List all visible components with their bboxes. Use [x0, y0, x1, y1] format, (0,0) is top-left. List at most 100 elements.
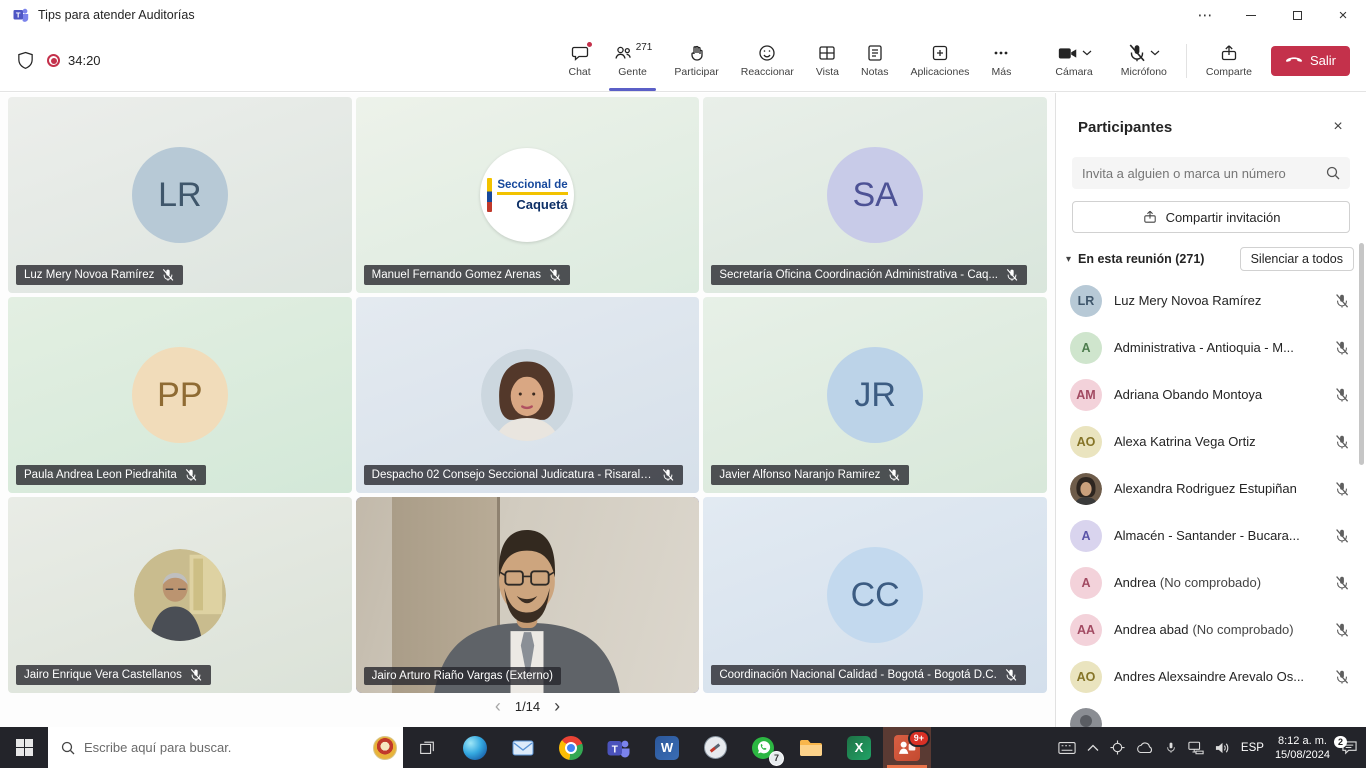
participant-list-item[interactable]: AO Andres Alexsaindre Arevalo Os... [1056, 653, 1366, 700]
task-view-button[interactable] [403, 727, 451, 768]
tray-expand-icon[interactable] [1087, 744, 1099, 752]
participant-list-item[interactable]: AM Adriana Obando Montoya [1056, 371, 1366, 418]
mic-muted-icon[interactable] [1334, 622, 1350, 638]
mic-muted-icon[interactable] [1334, 434, 1350, 450]
chat-button[interactable]: Chat [560, 35, 600, 87]
mic-muted-icon[interactable] [1334, 293, 1350, 309]
participant-name-label: Luz Mery Novoa Ramírez [16, 265, 183, 285]
in-meeting-section-label: En esta reunión (271) [1078, 252, 1204, 266]
window-minimize-button[interactable] [1228, 0, 1274, 30]
share-invitation-button[interactable]: Compartir invitación [1072, 201, 1350, 233]
participant-list-item[interactable]: A Administrativa - Antioquia - M... [1056, 324, 1366, 371]
camera-button[interactable]: Cámara [1046, 35, 1101, 87]
video-tile[interactable]: SA Secretaría Oficina Coordinación Admin… [703, 97, 1047, 293]
apps-button[interactable]: Aplicaciones [901, 35, 978, 87]
video-tile[interactable]: Despacho 02 Consejo Seccional Judicatura… [356, 297, 700, 493]
participant-name-label: Despacho 02 Consejo Seccional Judicatura… [364, 465, 684, 485]
collapse-section-icon[interactable]: ▾ [1066, 254, 1071, 265]
previous-page-button[interactable]: ‹ [495, 697, 501, 715]
shield-icon[interactable] [16, 50, 35, 71]
people-button[interactable]: 271 Gente [604, 35, 662, 87]
participant-list-item[interactable]: AA Andrea abad(No comprobado) [1056, 606, 1366, 653]
participant-photo [481, 349, 573, 441]
word-icon[interactable]: W [643, 727, 691, 768]
raise-hand-button[interactable]: Participar [665, 35, 727, 87]
participant-list-item[interactable]: Alexandra Rodriguez Estupiñan [1056, 465, 1366, 512]
taskbar-clock[interactable]: 8:12 a. m. 15/08/2024 [1275, 734, 1330, 762]
onedrive-icon[interactable] [1136, 742, 1154, 754]
panel-close-button[interactable]: × [1324, 113, 1352, 141]
windows-logo-icon [16, 739, 33, 756]
participant-avatar: AO [1070, 661, 1102, 693]
file-explorer-icon[interactable] [787, 727, 835, 768]
mic-muted-icon [189, 668, 203, 682]
mic-muted-icon[interactable] [1334, 575, 1350, 591]
mic-muted-icon [887, 468, 901, 482]
participant-list-item[interactable] [1056, 700, 1366, 727]
participant-avatar: A [1070, 332, 1102, 364]
scrollbar[interactable] [1359, 243, 1364, 465]
teams-meeting-window: T Tips para atender Auditorías ⋯ × 34:20 [0, 0, 1366, 768]
mic-muted-icon[interactable] [1334, 340, 1350, 356]
close-icon: × [1339, 7, 1348, 24]
participant-list-item[interactable]: A Almacén - Santander - Bucara... [1056, 512, 1366, 559]
location-icon[interactable] [1110, 740, 1125, 755]
mic-muted-icon[interactable] [1334, 669, 1350, 685]
notes-button[interactable]: Notas [852, 35, 897, 87]
language-indicator[interactable]: ESP [1241, 742, 1264, 754]
video-tile[interactable]: JR Javier Alfonso Naranjo Ramirez [703, 297, 1047, 493]
participant-list-item[interactable]: LR Luz Mery Novoa Ramírez [1056, 277, 1366, 324]
excel-icon[interactable]: X [835, 727, 883, 768]
mic-muted-icon [1005, 268, 1019, 282]
volume-icon[interactable] [1215, 741, 1230, 755]
mic-muted-icon[interactable] [1334, 528, 1350, 544]
mute-all-button[interactable]: Silenciar a todos [1240, 247, 1354, 271]
microphone-button[interactable]: Micrófono [1112, 35, 1176, 87]
participant-list-item[interactable]: AO Alexa Katrina Vega Ortiz [1056, 418, 1366, 465]
video-tile-active-speaker[interactable]: Jairo Arturo Riaño Vargas (Externo) [356, 497, 700, 693]
mic-muted-icon[interactable] [1334, 481, 1350, 497]
tray-mic-icon[interactable] [1165, 740, 1177, 755]
whatsapp-badge: 7 [769, 751, 784, 766]
next-page-button[interactable]: › [554, 697, 560, 715]
touch-keyboard-icon[interactable] [1058, 741, 1076, 755]
chrome-icon[interactable] [547, 727, 595, 768]
task-view-icon [418, 739, 436, 757]
leave-button[interactable]: Salir [1271, 46, 1350, 76]
mic-muted-icon[interactable] [1334, 387, 1350, 403]
video-tile[interactable]: LR Luz Mery Novoa Ramírez [8, 97, 352, 293]
mail-icon[interactable] [499, 727, 547, 768]
video-feed [356, 497, 700, 693]
compass-icon[interactable] [691, 727, 739, 768]
view-button[interactable]: Vista [807, 35, 848, 87]
teams-running-icon[interactable]: 9+ [883, 727, 931, 768]
video-tile[interactable]: PP Paula Andrea Leon Piedrahita [8, 297, 352, 493]
react-button[interactable]: Reaccionar [732, 35, 803, 87]
start-button[interactable] [0, 727, 48, 768]
mic-dropdown-icon[interactable] [1150, 50, 1160, 56]
participant-avatar: LR [1070, 285, 1102, 317]
video-tile[interactable]: CC Coordinación Nacional Calidad - Bogot… [703, 497, 1047, 693]
more-actions-button[interactable]: Más [982, 35, 1020, 87]
teams-icon[interactable]: T [595, 727, 643, 768]
people-count-badge: 271 [636, 42, 653, 53]
camera-dropdown-icon[interactable] [1082, 50, 1092, 56]
invite-search-input[interactable] [1072, 157, 1350, 189]
window-close-button[interactable]: × [1320, 0, 1366, 30]
video-tile[interactable]: Jairo Enrique Vera Castellanos [8, 497, 352, 693]
action-center-button[interactable]: 2 [1341, 740, 1358, 755]
network-icon[interactable] [1188, 741, 1204, 755]
participant-list-item[interactable]: A Andrea(No comprobado) [1056, 559, 1366, 606]
taskbar-search-input[interactable] [84, 740, 365, 755]
edge-icon[interactable] [451, 727, 499, 768]
participant-photo-avatar [1070, 708, 1102, 728]
participant-avatar: A [1070, 567, 1102, 599]
window-maximize-button[interactable] [1274, 0, 1320, 30]
share-screen-button[interactable]: Comparte [1197, 35, 1261, 87]
window-more-button[interactable]: ⋯ [1182, 0, 1228, 30]
toolbar-separator [1186, 44, 1187, 78]
taskbar-search[interactable] [48, 727, 403, 768]
video-tile[interactable]: Seccional de Caquetá Manuel Fernando Gom… [356, 97, 700, 293]
whatsapp-icon[interactable]: 7 [739, 727, 787, 768]
camera-icon [1057, 43, 1079, 63]
